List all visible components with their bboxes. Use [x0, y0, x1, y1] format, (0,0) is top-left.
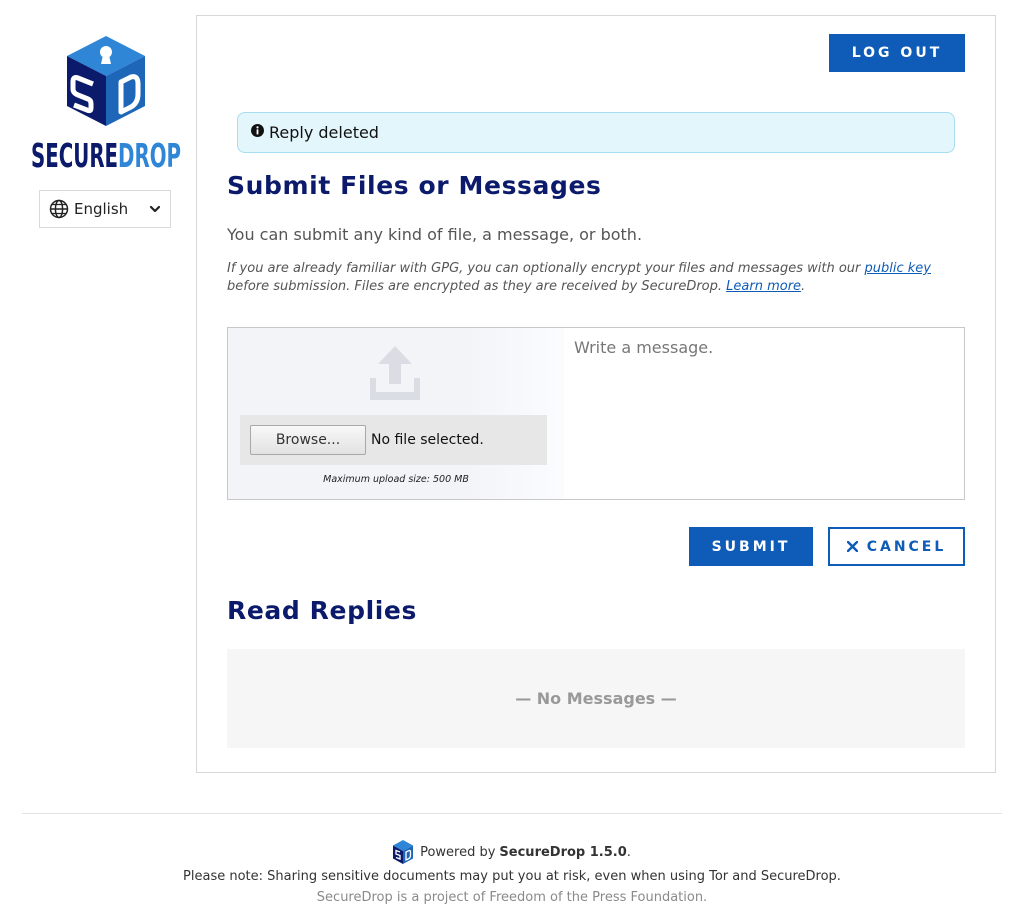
no-messages-placeholder: — No Messages —: [227, 649, 965, 748]
powered-by-product: SecureDrop 1.5.0: [499, 844, 627, 860]
securedrop-cube-icon: SECUREDROP: [31, 36, 181, 172]
securedrop-cube-icon: [393, 840, 414, 864]
learn-more-link[interactable]: Learn more: [726, 279, 801, 294]
footer-divider: [22, 813, 1002, 814]
public-key-link[interactable]: public key: [865, 261, 931, 276]
file-upload-area[interactable]: Browse... No file selected. Maximum uplo…: [228, 328, 564, 499]
file-status-text: No file selected.: [371, 432, 484, 448]
gpg-note-text-1: If you are already familiar with GPG, yo…: [227, 261, 865, 276]
cancel-button[interactable]: CANCEL: [828, 527, 965, 566]
flash-message-text: Reply deleted: [269, 123, 379, 142]
close-icon: [846, 541, 858, 552]
gpg-note-text-3: .: [801, 279, 806, 294]
globe-icon: [49, 199, 69, 219]
upload-icon: [366, 346, 424, 402]
submit-heading: Submit Files or Messages: [227, 171, 602, 200]
replies-heading: Read Replies: [227, 596, 417, 625]
logo-text-secure: SECURE: [31, 136, 118, 172]
gpg-note-text-2: before submission. Files are encrypted a…: [227, 279, 727, 294]
gpg-note: If you are already familiar with GPG, yo…: [227, 260, 952, 296]
chevron-down-icon: [148, 202, 162, 216]
svg-text:SECUREDROP: SECUREDROP: [31, 136, 181, 172]
securedrop-logo[interactable]: SECUREDROP: [31, 34, 182, 172]
logo-text-drop: DROP: [118, 136, 181, 172]
flash-message: Reply deleted: [237, 112, 955, 153]
message-textarea[interactable]: [564, 328, 964, 499]
info-icon: [251, 123, 264, 137]
browse-button[interactable]: Browse...: [250, 425, 366, 455]
submit-lead-text: You can submit any kind of file, a messa…: [227, 225, 643, 244]
powered-by-prefix: Powered by: [420, 844, 496, 860]
submit-button[interactable]: SUBMIT: [689, 527, 813, 566]
max-upload-size: Maximum upload size: 500 MB: [323, 474, 469, 485]
language-select[interactable]: English: [39, 190, 171, 228]
file-input: Browse... No file selected.: [240, 415, 547, 465]
powered-by-suffix: .: [626, 844, 631, 860]
submission-form: Browse... No file selected. Maximum uplo…: [227, 327, 965, 500]
project-note: SecureDrop is a project of Freedom of th…: [316, 890, 708, 905]
powered-by: Powered by SecureDrop 1.5.0 .: [0, 840, 1024, 864]
risk-note: Please note: Sharing sensitive documents…: [183, 869, 841, 884]
main-panel: LOG OUT Reply deleted Submit Files or Me…: [196, 15, 996, 773]
cancel-button-label: CANCEL: [866, 538, 947, 555]
language-select-value: English: [74, 200, 129, 218]
logout-button[interactable]: LOG OUT: [829, 34, 965, 72]
